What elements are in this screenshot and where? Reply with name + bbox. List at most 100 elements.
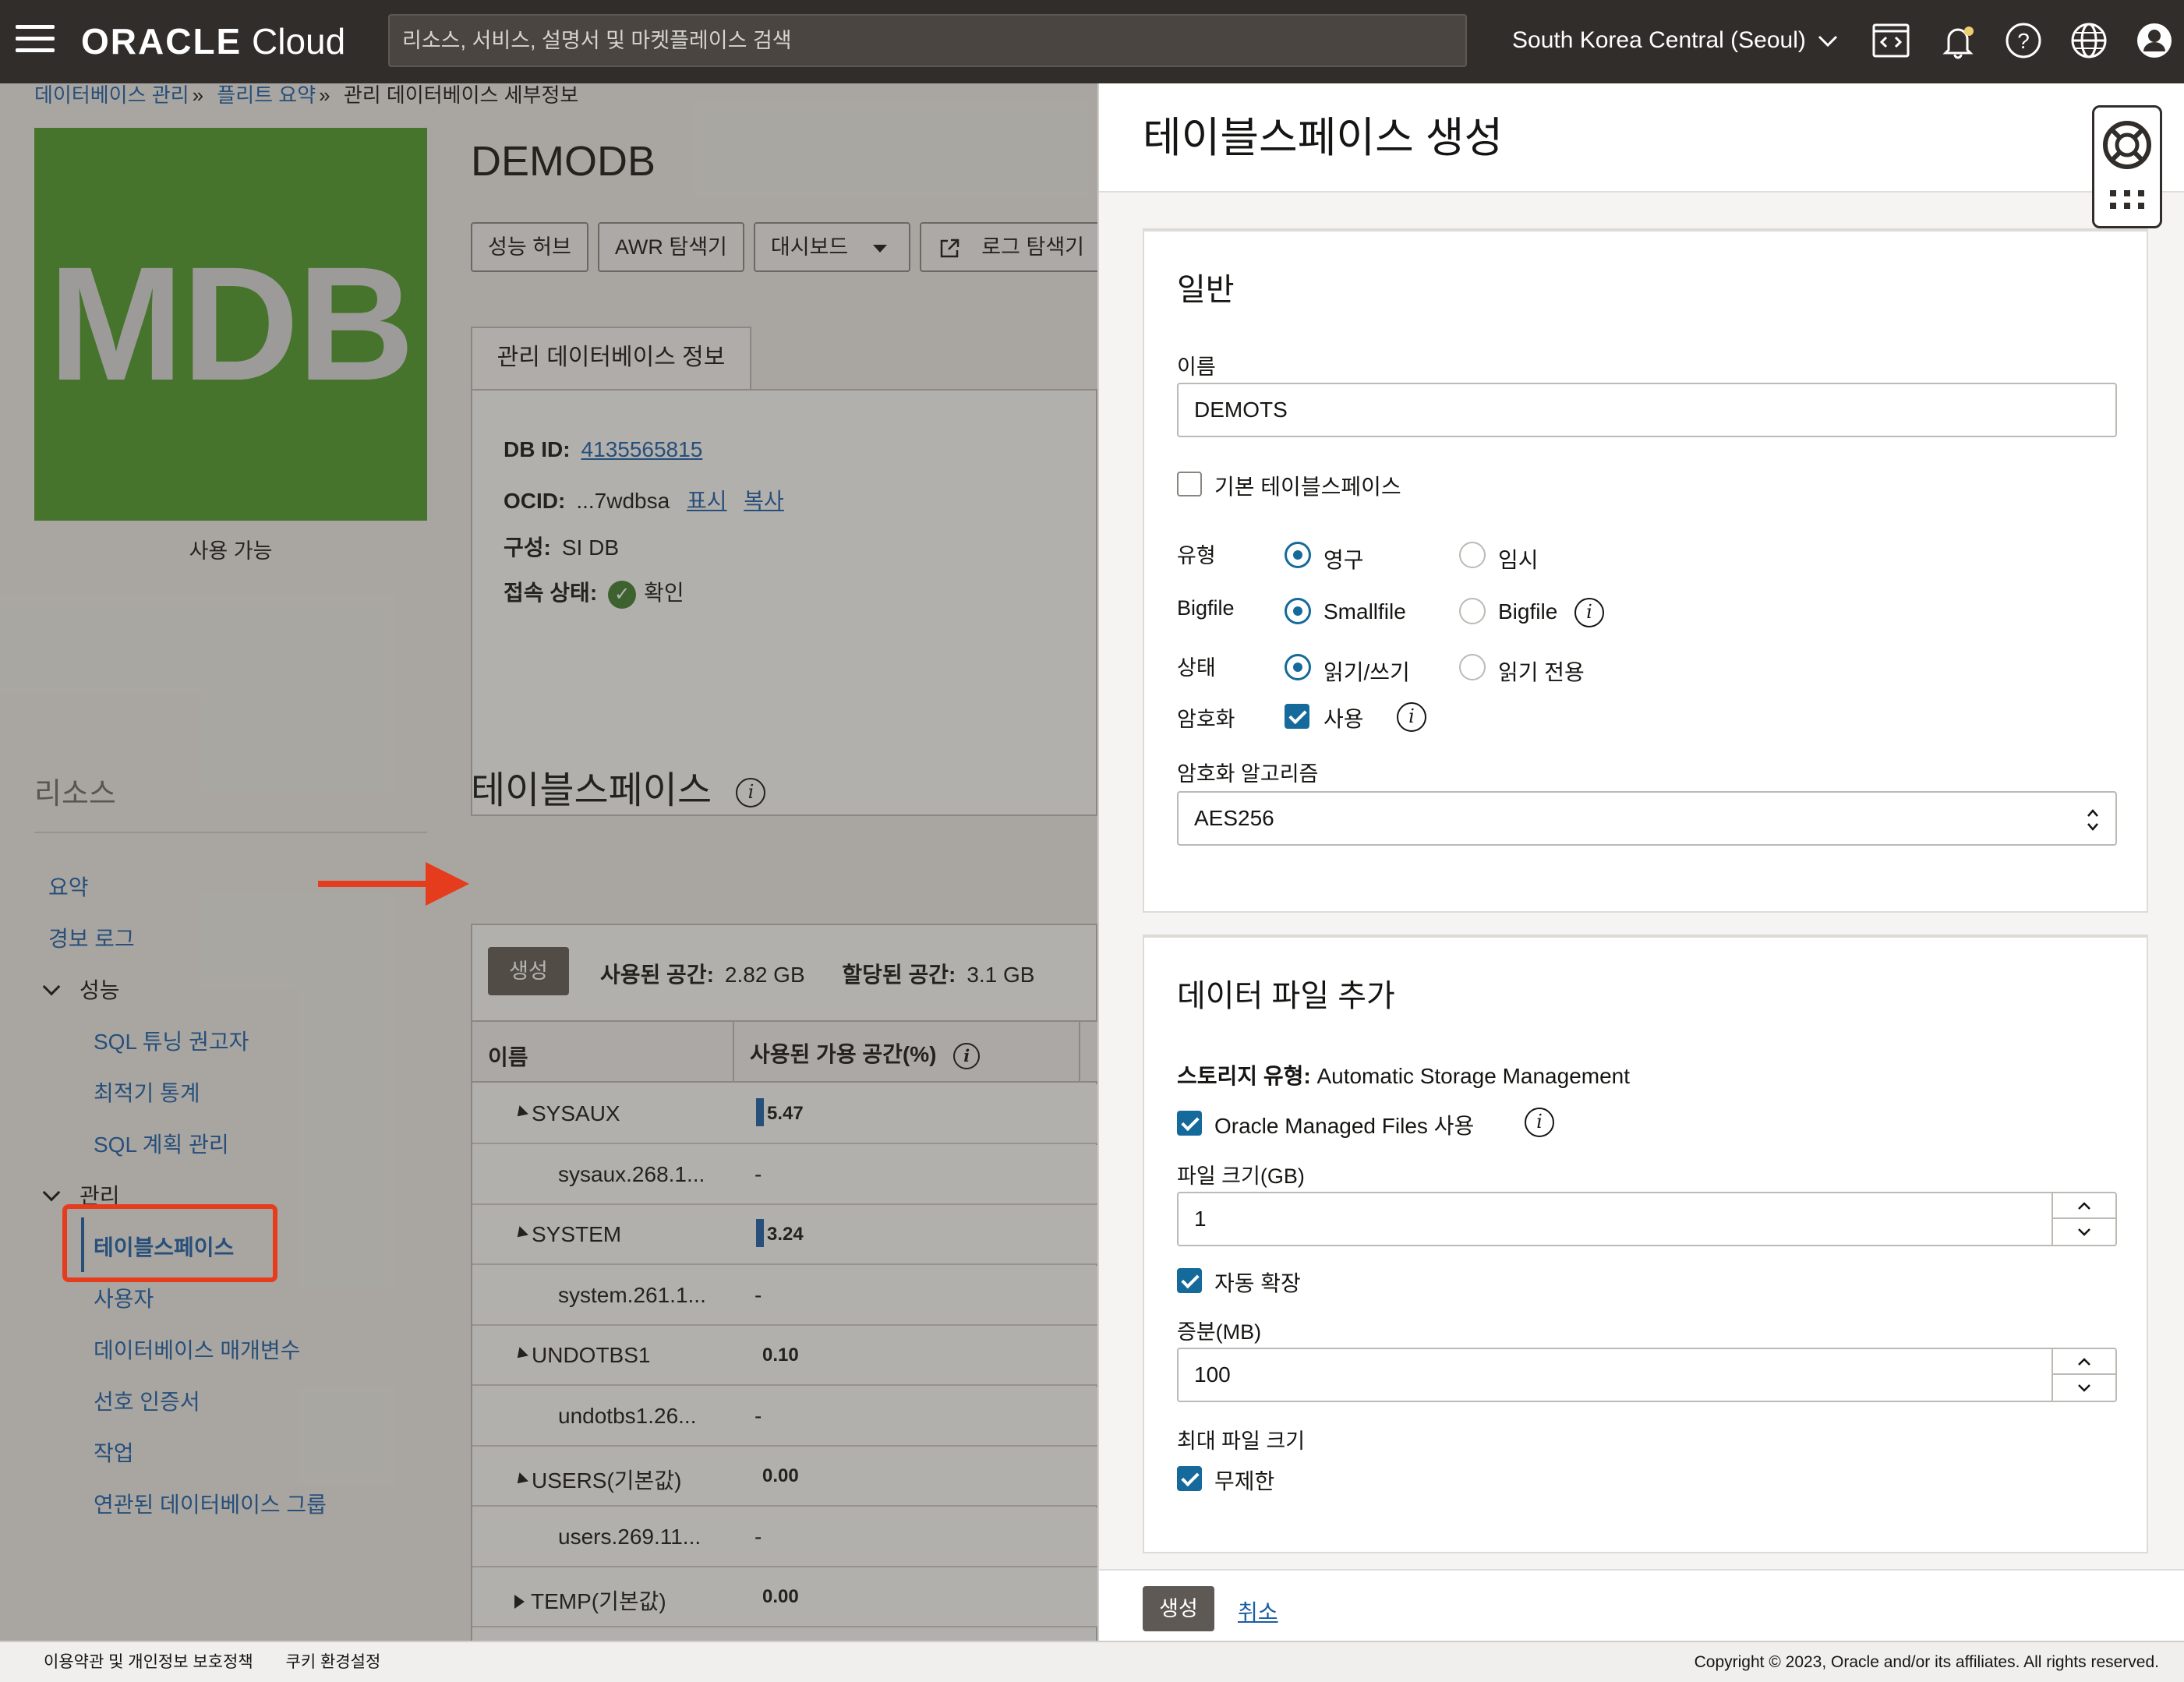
dashboard-button[interactable]: 대시보드	[753, 222, 910, 272]
name-input[interactable]: DEMOTS	[1177, 383, 2117, 437]
code-editor-icon[interactable]	[1868, 17, 1914, 64]
collapsed-triangle-icon[interactable]	[514, 1595, 525, 1609]
tablespace-row[interactable]: UNDOTBS1 0.10	[472, 1326, 1097, 1386]
expanded-triangle-icon[interactable]	[513, 1105, 528, 1121]
decrement-icon[interactable]	[2053, 1219, 2115, 1245]
sidebar-group-admin[interactable]: 관리	[42, 1179, 120, 1210]
user-avatar-icon[interactable]	[2131, 17, 2178, 64]
breadcrumb-db-management[interactable]: 데이터베이스 관리	[34, 83, 189, 107]
smallfile-radio[interactable]	[1285, 598, 1311, 624]
sidebar-item-related-groups[interactable]: 연관된 데이터베이스 그룹	[94, 1488, 327, 1519]
column-header-name[interactable]: 이름	[488, 1041, 528, 1072]
bell-icon[interactable]	[1935, 17, 1981, 64]
db-id-link[interactable]: 4135565815	[581, 437, 703, 461]
annotation-arrow-icon	[318, 862, 469, 906]
omf-checkbox[interactable]	[1177, 1111, 1202, 1136]
sidebar-item-tablespaces[interactable]: 테이블스페이스	[94, 1231, 234, 1262]
name-label: 이름	[1177, 355, 1216, 379]
read-write-radio[interactable]	[1285, 654, 1311, 680]
expanded-triangle-icon[interactable]	[513, 1472, 528, 1488]
help-widget[interactable]	[2092, 105, 2162, 228]
cancel-link[interactable]: 취소	[1238, 1595, 1278, 1627]
unlimited-checkbox[interactable]	[1177, 1466, 1202, 1491]
search-input[interactable]: 리소스, 서비스, 설명서 및 마켓플레이스 검색	[388, 14, 1467, 67]
algorithm-select[interactable]: AES256	[1177, 791, 2117, 846]
datafile-row[interactable]: undotbs1.26... -	[472, 1387, 1097, 1447]
oracle-cloud-logo[interactable]: ORACLE Cloud	[81, 20, 345, 62]
globe-icon[interactable]	[2066, 17, 2112, 64]
sidebar-item-users[interactable]: 사용자	[94, 1282, 154, 1313]
performance-hub-button[interactable]: 성능 허브	[471, 222, 588, 272]
type-permanent-radio[interactable]	[1285, 542, 1311, 568]
read-only-label: 읽기 전용	[1498, 660, 1585, 684]
help-icon[interactable]: ?	[2000, 17, 2047, 64]
create-tablespace-button[interactable]: 생성	[488, 947, 569, 995]
region-selector[interactable]: South Korea Central (Seoul)	[1512, 23, 1839, 58]
sidebar-item-jobs[interactable]: 작업	[94, 1436, 134, 1468]
check-circle-icon: ✓	[608, 580, 637, 609]
default-tablespace-checkbox[interactable]	[1177, 472, 1202, 496]
file-size-input[interactable]: 1	[1177, 1192, 2117, 1246]
datafile-row[interactable]: system.261.1... -	[472, 1266, 1097, 1326]
decrement-icon[interactable]	[2053, 1375, 2115, 1401]
tablespace-row[interactable]: SYSTEM 3.24	[472, 1205, 1097, 1265]
ocid-copy-link[interactable]: 복사	[744, 489, 784, 513]
row-name[interactable]: TEMP(기본값)	[514, 1585, 666, 1616]
breadcrumb-fleet-summary[interactable]: 플리트 요약	[217, 83, 316, 107]
increment-icon[interactable]	[2053, 1193, 2115, 1219]
row-used-value: -	[755, 1404, 762, 1428]
hamburger-menu-icon[interactable]	[16, 25, 55, 56]
smallfile-label: Smallfile	[1323, 599, 1406, 624]
row-name[interactable]: SYSAUX	[513, 1101, 620, 1126]
sidebar-item-sql-tuning[interactable]: SQL 튜닝 권고자	[94, 1025, 249, 1056]
space-usage-summary: 사용된 공간: 2.82 GB 할당된 공간: 3.1 GB	[600, 963, 1035, 987]
row-used-value: -	[755, 1162, 762, 1186]
row-name[interactable]: USERS(기본값)	[513, 1464, 681, 1495]
read-write-label: 읽기/쓰기	[1323, 660, 1410, 684]
autoextend-checkbox[interactable]	[1177, 1268, 1202, 1293]
sidebar-item-summary[interactable]: 요약	[48, 871, 89, 902]
column-header-used[interactable]: 사용된 가용 공간(%) i	[750, 1037, 981, 1069]
increment-input[interactable]: 100	[1177, 1348, 2117, 1402]
awr-explorer-button[interactable]: AWR 탐색기	[597, 222, 744, 272]
tablespaces-heading: 테이블스페이스 i	[471, 768, 766, 814]
datafile-row[interactable]: users.269.11... -	[472, 1507, 1097, 1567]
sidebar-item-alert-log[interactable]: 경보 로그	[48, 922, 135, 953]
type-temporary-radio[interactable]	[1459, 542, 1486, 568]
default-tablespace-label: 기본 테이블스페이스	[1214, 475, 1401, 499]
info-icon[interactable]: i	[736, 778, 766, 808]
info-icon[interactable]: i	[1525, 1108, 1554, 1137]
sidebar-item-db-params[interactable]: 데이터베이스 매개변수	[94, 1334, 300, 1365]
info-icon[interactable]: i	[1397, 702, 1426, 732]
caret-down-icon	[872, 244, 887, 253]
info-icon[interactable]: i	[953, 1042, 981, 1069]
encryption-checkbox[interactable]	[1285, 704, 1309, 729]
row-used-value: 5.47	[767, 1103, 804, 1124]
tablespace-row[interactable]: SYSAUX 5.47	[472, 1084, 1097, 1144]
sidebar-item-preferred-creds[interactable]: 선호 인증서	[94, 1385, 200, 1416]
row-name[interactable]: UNDOTBS1	[513, 1343, 650, 1368]
row-name[interactable]: SYSTEM	[513, 1222, 621, 1247]
expanded-triangle-icon[interactable]	[513, 1226, 528, 1242]
terms-link[interactable]: 이용약관 및 개인정보 보호정책	[44, 1653, 253, 1671]
chevron-down-icon	[42, 1183, 61, 1202]
datafile-row[interactable]: sysaux.268.1... -	[472, 1145, 1097, 1205]
cookie-settings-link[interactable]: 쿠키 환경설정	[286, 1653, 381, 1671]
sidebar-item-sql-plan[interactable]: SQL 계획 관리	[94, 1128, 229, 1159]
increment-icon[interactable]	[2053, 1349, 2115, 1375]
sidebar-group-performance[interactable]: 성능	[42, 974, 120, 1005]
ocid-show-link[interactable]: 표시	[687, 489, 727, 513]
read-only-radio[interactable]	[1459, 654, 1486, 680]
tablespace-row[interactable]: USERS(기본값) 0.00	[472, 1447, 1097, 1507]
tablespace-row[interactable]: TEMP(기본값) 0.00	[472, 1567, 1097, 1627]
sidebar-item-optimizer-stats[interactable]: 최적기 통계	[94, 1076, 200, 1108]
resources-heading: 리소스	[34, 778, 116, 811]
create-button[interactable]: 생성	[1143, 1586, 1214, 1631]
tab-db-info[interactable]: 관리 데이터베이스 정보	[471, 327, 751, 390]
info-icon[interactable]: i	[1574, 598, 1604, 627]
expanded-triangle-icon[interactable]	[513, 1347, 528, 1362]
autoextend-label: 자동 확장	[1214, 1271, 1301, 1295]
bigfile-radio[interactable]	[1459, 598, 1486, 624]
increment-stepper	[2051, 1349, 2115, 1401]
log-explorer-button[interactable]: 로그 탐색기	[919, 222, 1097, 272]
